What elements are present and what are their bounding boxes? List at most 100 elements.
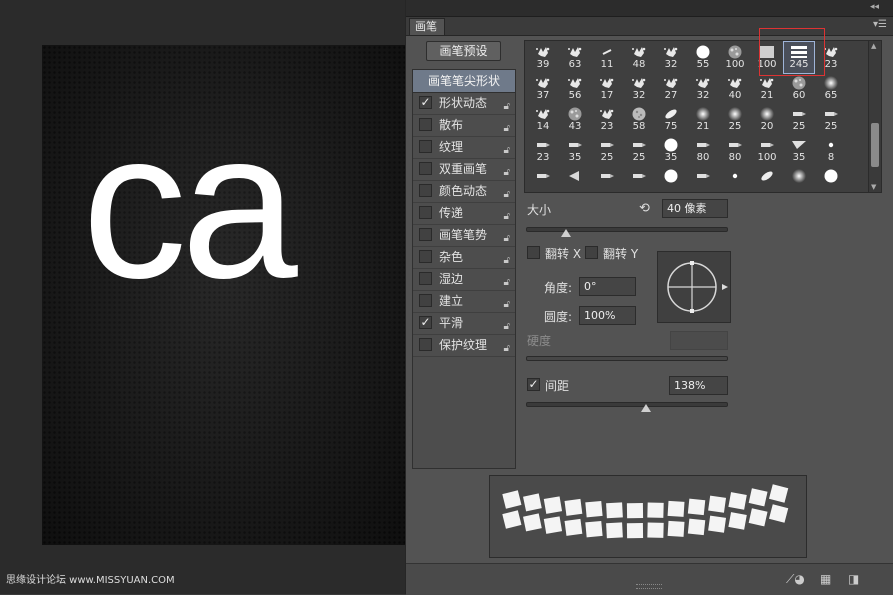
spacing-input[interactable]: 138% — [669, 376, 728, 395]
brush-tip-cell[interactable]: 25 — [784, 104, 814, 135]
lock-icon[interactable]: 🔓︎ — [504, 338, 510, 359]
brush-tip-cell[interactable]: 21 — [752, 73, 782, 104]
brush-tip-shape-item[interactable]: 画笔笔尖形状 — [413, 70, 515, 93]
brush-tip-cell[interactable]: 35 — [560, 135, 590, 166]
brush-tip-cell[interactable]: 23 — [816, 42, 846, 73]
brush-option-checkbox[interactable] — [419, 118, 432, 131]
brush-option-item[interactable]: 颜色动态 🔓︎ — [413, 181, 515, 203]
create-new-brush-icon[interactable]: ◨ — [848, 572, 859, 586]
scroll-up-icon[interactable]: ▲ — [871, 42, 876, 50]
brush-tip-cell[interactable] — [560, 166, 590, 192]
brush-tip-cell[interactable]: 55 — [688, 42, 718, 73]
brush-grid-icon[interactable]: ▦ — [820, 572, 831, 586]
lock-icon[interactable]: 🔓︎ — [504, 184, 510, 205]
brush-option-checkbox[interactable] — [419, 272, 432, 285]
brush-option-item[interactable]: 散布 🔓︎ — [413, 115, 515, 137]
lock-icon[interactable]: 🔓︎ — [504, 206, 510, 227]
brush-tip-cell[interactable]: 60 — [784, 73, 814, 104]
lock-icon[interactable]: 🔓︎ — [504, 250, 510, 271]
brush-tip-cell[interactable]: 11 — [592, 42, 622, 73]
brush-option-item[interactable]: 双重画笔 🔓︎ — [413, 159, 515, 181]
panel-menu-icon[interactable]: ▾☰ — [873, 19, 887, 30]
brush-tip-cell[interactable]: 43 — [560, 104, 590, 135]
size-input[interactable]: 40 像素 — [662, 199, 728, 218]
brush-option-item[interactable]: 画笔笔势 🔓︎ — [413, 225, 515, 247]
brush-tip-cell[interactable]: 32 — [688, 73, 718, 104]
size-slider[interactable] — [526, 227, 728, 232]
brush-option-checkbox[interactable] — [419, 140, 432, 153]
brush-tip-cell[interactable]: 25 — [720, 104, 750, 135]
brush-option-item[interactable]: 纹理 🔓︎ — [413, 137, 515, 159]
scroll-down-icon[interactable]: ▼ — [871, 183, 876, 191]
brush-option-item[interactable]: 建立 🔓︎ — [413, 291, 515, 313]
brush-tip-cell[interactable] — [592, 166, 622, 192]
flip-x-checkbox[interactable] — [527, 246, 540, 259]
brush-tip-cell[interactable] — [528, 166, 558, 192]
brush-option-checkbox[interactable]: ✓ — [419, 96, 432, 109]
reset-size-icon[interactable]: ⟲ — [639, 201, 650, 216]
flip-y-checkbox[interactable] — [585, 246, 598, 259]
brush-option-checkbox[interactable] — [419, 228, 432, 241]
brush-option-item[interactable]: ✓ 形状动态 🔓︎ — [413, 93, 515, 115]
brush-tip-cell[interactable]: 37 — [528, 73, 558, 104]
toggle-live-tip-icon[interactable]: ⟋◕ — [786, 572, 805, 587]
lock-icon[interactable]: 🔓︎ — [504, 118, 510, 139]
brush-tip-cell[interactable]: 58 — [624, 104, 654, 135]
brush-tip-cell[interactable] — [656, 166, 686, 192]
brush-tip-cell[interactable]: 27 — [656, 73, 686, 104]
brush-tip-cell[interactable]: 245 — [783, 41, 815, 74]
spacing-slider-handle[interactable] — [641, 404, 651, 412]
brush-option-checkbox[interactable] — [419, 184, 432, 197]
brush-option-checkbox[interactable] — [419, 206, 432, 219]
panel-resize-grip[interactable] — [636, 584, 662, 589]
brush-tip-cell[interactable] — [752, 166, 782, 192]
brush-option-item[interactable]: 保护纹理 🔓︎ — [413, 335, 515, 357]
brush-tip-cell[interactable]: 32 — [656, 42, 686, 73]
lock-icon[interactable]: 🔓︎ — [504, 228, 510, 249]
brush-option-item[interactable]: 湿边 🔓︎ — [413, 269, 515, 291]
brush-tip-cell[interactable] — [688, 166, 718, 192]
brush-tip-cell[interactable] — [624, 166, 654, 192]
brush-tip-cell[interactable]: 100 — [752, 135, 782, 166]
brush-tip-cell[interactable]: 8 — [816, 135, 846, 166]
brush-tip-cell[interactable]: 23 — [528, 135, 558, 166]
spacing-slider[interactable] — [526, 402, 728, 407]
brush-tip-cell[interactable]: 14 — [528, 104, 558, 135]
brush-tip-cell[interactable]: 80 — [720, 135, 750, 166]
brush-tip-cell[interactable]: 35 — [656, 135, 686, 166]
brush-tip-cell[interactable]: 40 — [720, 73, 750, 104]
brush-tip-cell[interactable] — [784, 166, 814, 192]
size-slider-handle[interactable] — [561, 229, 571, 237]
angle-roundness-widget[interactable] — [657, 251, 731, 323]
brush-option-checkbox[interactable] — [419, 338, 432, 351]
brush-tip-cell[interactable]: 17 — [592, 73, 622, 104]
brush-tip-cell[interactable]: 75 — [656, 104, 686, 135]
lock-icon[interactable]: 🔓︎ — [504, 272, 510, 293]
spacing-checkbox[interactable]: ✓ — [527, 378, 540, 391]
angle-input[interactable]: 0° — [579, 277, 636, 296]
brush-tip-cell[interactable]: 21 — [688, 104, 718, 135]
brush-tip-cell[interactable] — [816, 166, 846, 192]
brush-tip-cell[interactable]: 23 — [592, 104, 622, 135]
brush-option-checkbox[interactable] — [419, 162, 432, 175]
brush-tip-cell[interactable]: 25 — [624, 135, 654, 166]
brush-presets-button[interactable]: 画笔预设 — [426, 41, 501, 61]
brush-tip-cell[interactable]: 80 — [688, 135, 718, 166]
brush-option-checkbox[interactable] — [419, 294, 432, 307]
brush-option-item[interactable]: ✓ 平滑 🔓︎ — [413, 313, 515, 335]
brush-tip-cell[interactable]: 39 — [528, 42, 558, 73]
brush-tip-cell[interactable]: 48 — [624, 42, 654, 73]
brush-tip-cell[interactable]: 100 — [720, 42, 750, 73]
lock-icon[interactable]: 🔓︎ — [504, 162, 510, 183]
brush-tip-cell[interactable]: 100 — [752, 42, 782, 73]
lock-icon[interactable]: 🔓︎ — [504, 96, 510, 117]
brush-option-checkbox[interactable] — [419, 250, 432, 263]
brush-tip-cell[interactable]: 32 — [624, 73, 654, 104]
brush-tip-cell[interactable]: 65 — [816, 73, 846, 104]
brush-tip-cell[interactable]: 25 — [816, 104, 846, 135]
canvas-area[interactable]: ca — [0, 0, 405, 594]
roundness-input[interactable]: 100% — [579, 306, 636, 325]
scroll-thumb[interactable] — [871, 123, 879, 167]
brush-tip-cell[interactable]: 63 — [560, 42, 590, 73]
brush-tip-cell[interactable]: 20 — [752, 104, 782, 135]
